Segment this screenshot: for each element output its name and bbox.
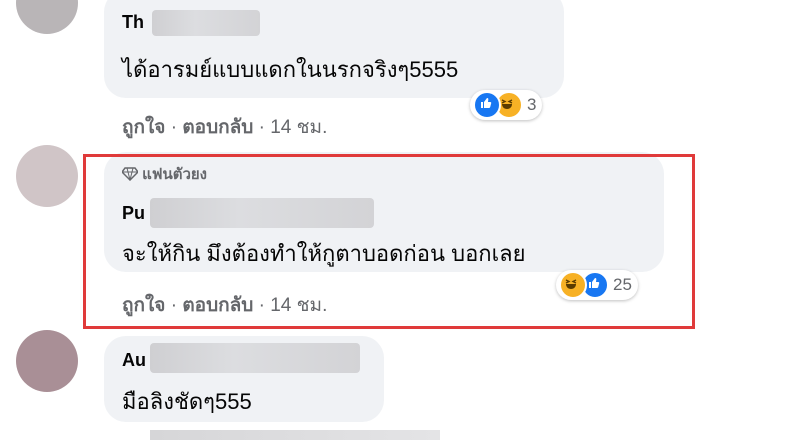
commenter-avatar[interactable] [16,145,78,207]
timestamp[interactable]: 14 ชม. [270,117,327,138]
like-icon [473,91,501,119]
redacted-name-blur [150,343,360,373]
comment-actions: ถูกใจ · ตอบกลับ · 14 ชม. [122,112,327,142]
comment-text: ได้อารมย์แบบแดกในนรกจริงๆ5555 [122,57,459,82]
separator: · [258,117,265,138]
redacted-name-blur [152,10,260,36]
reaction-summary[interactable]: 3 [470,90,543,120]
commenter-avatar[interactable] [16,330,78,392]
commenter-name[interactable]: Au [122,350,146,371]
next-comment-partial [150,430,440,440]
commenter-avatar[interactable] [16,0,78,34]
highlight-box [83,154,695,329]
separator: · [170,117,178,138]
comment-text: มือลิงชัดๆ555 [122,389,252,414]
reply-link[interactable]: ตอบกลับ [182,117,253,138]
commenter-name[interactable]: Th [122,12,144,33]
like-link[interactable]: ถูกใจ [122,117,165,138]
reaction-count: 3 [527,95,537,114]
haha-icon [559,271,587,299]
